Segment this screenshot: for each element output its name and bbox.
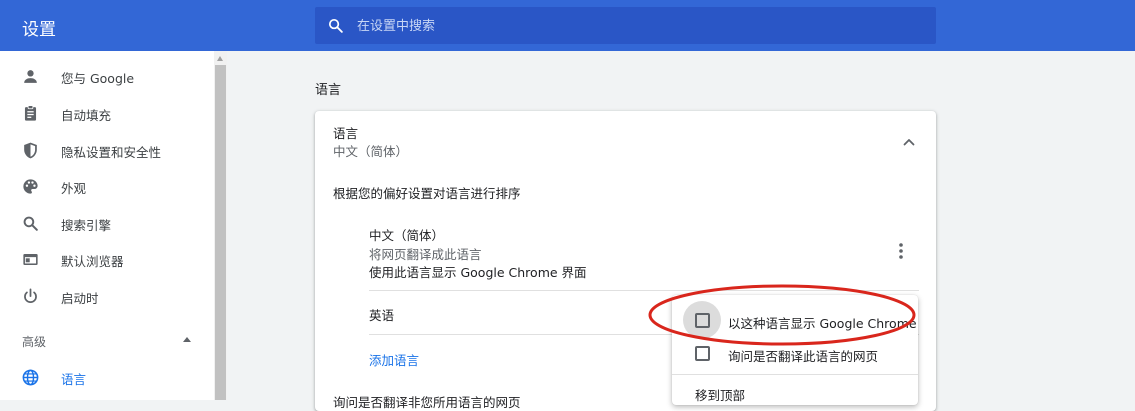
palette-icon xyxy=(23,179,38,194)
sidebar-item-search-engine[interactable]: 搜索引擎 xyxy=(0,205,214,241)
browser-icon xyxy=(23,253,38,266)
search-icon xyxy=(328,18,343,33)
sidebar-scrollbar[interactable] xyxy=(214,51,227,400)
scroll-thumb[interactable] xyxy=(215,65,226,400)
sidebar-item-label: 您与 Google xyxy=(61,71,135,86)
language-item-name: 英语 xyxy=(369,308,395,323)
sidebar-item-label: 自动填充 xyxy=(61,108,112,123)
more-vert-icon[interactable] xyxy=(892,241,910,261)
language-item-name: 中文（简体） xyxy=(369,228,445,243)
move-to-top-menu-item[interactable]: 移到顶部 xyxy=(695,385,745,404)
sidebar-item-label: 搜索引擎 xyxy=(61,218,112,233)
power-icon xyxy=(24,288,37,304)
offer-translate-checkbox[interactable] xyxy=(695,346,710,361)
language-label: 语言 xyxy=(333,126,359,141)
app-title: 设置 xyxy=(22,20,56,40)
sidebar-item-on-startup[interactable]: 启动时 xyxy=(0,278,214,314)
sidebar-item-privacy[interactable]: 隐私设置和安全性 xyxy=(0,132,214,168)
search-input[interactable] xyxy=(355,7,919,46)
menu-divider xyxy=(672,374,918,375)
person-icon xyxy=(24,70,37,83)
offer-translate-label[interactable]: 询问是否翻译此语言的网页 xyxy=(728,346,878,365)
add-language-link[interactable]: 添加语言 xyxy=(369,350,419,369)
chevron-up-icon[interactable] xyxy=(901,134,917,150)
sort-hint: 根据您的偏好设置对语言进行排序 xyxy=(333,186,521,201)
sidebar-item-autofill[interactable]: 自动填充 xyxy=(0,95,214,131)
shield-icon xyxy=(24,142,37,159)
sidebar-item-label: 默认浏览器 xyxy=(61,254,124,269)
sidebar-item-languages[interactable]: 语言 xyxy=(0,359,214,395)
clipboard-icon xyxy=(24,105,37,121)
sidebar-item-label: 语言 xyxy=(61,372,87,387)
sidebar-item-label: 隐私设置和安全性 xyxy=(61,145,162,160)
search-box[interactable] xyxy=(315,7,936,46)
language-item-ui-note: 使用此语言显示 Google Chrome 界面 xyxy=(369,265,587,280)
sidebar-item-you-and-google[interactable]: 您与 Google xyxy=(0,58,214,94)
top-header: 设置 xyxy=(0,0,1135,51)
sidebar-item-default-browser[interactable]: 默认浏览器 xyxy=(0,241,214,277)
sidebar-item-label: 外观 xyxy=(61,181,87,196)
collapse-triangle-icon xyxy=(183,337,191,342)
globe-icon xyxy=(22,369,39,386)
sidebar-item-appearance[interactable]: 外观 xyxy=(0,168,214,204)
advanced-label: 高级 xyxy=(22,335,47,349)
highlight-annotation-ellipse xyxy=(648,284,916,346)
scroll-up-arrow-icon[interactable] xyxy=(217,56,223,61)
language-value: 中文（简体） xyxy=(333,144,409,159)
translate-offer-label: 询问是否翻译非您所用语言的网页 xyxy=(333,395,521,410)
search-icon xyxy=(23,216,38,231)
section-title: 语言 xyxy=(315,83,342,98)
sidebar-item-label: 启动时 xyxy=(61,291,99,306)
language-item-translate-note: 将网页翻译成此语言 xyxy=(369,247,482,262)
sidebar: 您与 Google 自动填充 隐私设置和安全性 外观 搜索引擎 默认浏览器 启动… xyxy=(0,51,214,400)
advanced-section-toggle[interactable]: 高级 xyxy=(0,326,214,356)
